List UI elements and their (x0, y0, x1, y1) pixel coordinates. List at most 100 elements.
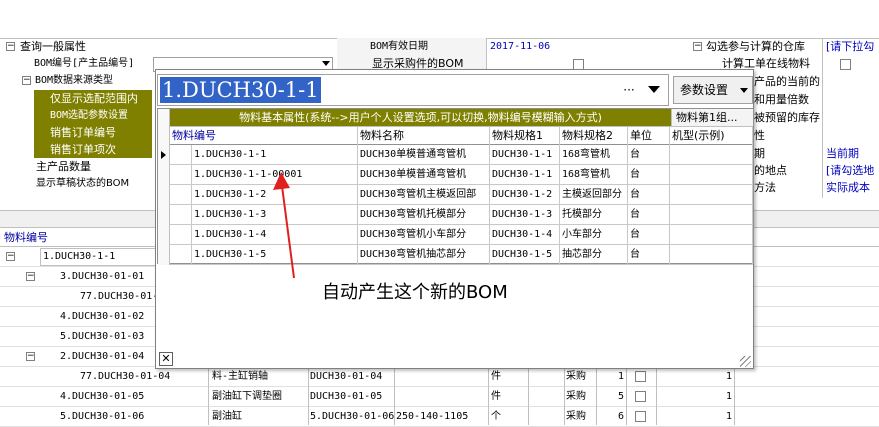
tree-header[interactable]: 物料编号 (4, 229, 104, 247)
grid-cell-name: DUCH30弯管机抽芯部分 (358, 245, 490, 265)
grid-row[interactable]: 1.DUCH30-1-3 DUCH30弯管机托模部分 DUCH30-1-3 托模部分台 (170, 205, 753, 225)
bom-code-dropdown-arrow[interactable] (322, 61, 330, 66)
grid-col-header[interactable]: 物料编号 (170, 127, 358, 145)
grid-row[interactable]: 1.DUCH30-1-1-00001 DUCH30单模普通弯管机 DUCH30-1-… (170, 165, 753, 185)
tree-row[interactable]: 77.DUCH30-01-04 料-主缸销轴 DUCH30-01-04 件 采购 1 1 (0, 367, 879, 387)
popup-close-icon[interactable]: ✕ (159, 352, 173, 366)
grid-cell-model (670, 165, 753, 185)
olive-item-range[interactable]: 仅显示选配范围内 (50, 90, 152, 108)
tree-row-unit: 件 (491, 391, 501, 402)
tree-row-n2: 1 (725, 371, 732, 382)
tree-col-line (656, 369, 657, 425)
ellipsis-button[interactable]: ··· (618, 80, 640, 100)
grid-cell-unit: 台 (628, 185, 670, 205)
right-row-3: 产品的当前的 (754, 75, 820, 88)
tree-col-line (488, 369, 489, 425)
collapse-toggle-warehouse[interactable]: − (693, 42, 702, 51)
tree-toggle[interactable]: − (26, 352, 35, 361)
grid-cell-unit: 台 (628, 145, 670, 165)
grid-col-header[interactable]: 机型(示例) (670, 127, 753, 145)
grid-cell-spec1: DUCH30-1-5 (490, 245, 560, 265)
right-row-7-value[interactable]: 当前期 (826, 145, 879, 163)
olive-item-params[interactable]: BOM选配参数设置 (50, 107, 152, 125)
tree-row-spec2: 250-140-1105 (396, 411, 469, 422)
grid-cell-spec1: DUCH30-1-1 (490, 145, 560, 165)
olive-item-order-line[interactable]: 销售订单项次 (50, 141, 152, 159)
grid-cell-unit: 台 (628, 205, 670, 225)
collapse-toggle[interactable]: − (6, 42, 15, 51)
tree-row-n1: 1 (617, 371, 624, 382)
right-row-8-label: 的地点 (754, 164, 787, 177)
main-qty-label: 主产品数量 (36, 160, 91, 173)
grid-cell-unit: 台 (628, 165, 670, 185)
grid-rows: 1.DUCH30-1-1 DUCH30单模普通弯管机 DUCH30-1-1 168弯管… (170, 145, 753, 265)
chevron-down-icon[interactable] (648, 86, 660, 93)
right-divider (822, 38, 823, 198)
grid-cell-model (670, 145, 753, 165)
collapse-toggle-source[interactable]: − (22, 76, 31, 85)
grid-cell-unit: 台 (628, 225, 670, 245)
tree-row-checkbox[interactable] (635, 371, 646, 382)
settings-label: 参数设置 (680, 83, 729, 97)
tree-col-line (394, 369, 395, 425)
tree-row-spec2 (396, 368, 488, 386)
grid-cell-spec2: 主模返回部分 (560, 185, 628, 205)
tree-toggle[interactable]: − (26, 272, 35, 281)
right-row-9-value[interactable]: 实际成本 (826, 179, 879, 197)
grid-cell-spec1: DUCH30-1-3 (490, 205, 560, 225)
tree-row-spec: 5.DUCH30-01-06 (310, 411, 394, 422)
grid-row[interactable]: 1.DUCH30-1-2 DUCH30弯管机主模返回部 DUCH30-1-2 主模返回… (170, 185, 753, 205)
tree-toggle[interactable]: − (6, 252, 15, 261)
tree-row[interactable]: 5.DUCH30-01-06 副油缸 5.DUCH30-01-06 250-140-1… (0, 407, 879, 427)
tree-col-line (528, 369, 529, 425)
right-row-4: 和用量倍数 (754, 93, 809, 106)
right-row-7-label: 期 (754, 147, 765, 160)
warehouse-value[interactable]: [请下拉勾 (826, 38, 879, 56)
olive-item-order-no[interactable]: 销售订单编号 (50, 124, 152, 142)
right-row-8-value[interactable]: [请勾选地 (826, 162, 879, 180)
tree-row-spec: DUCH30-01-04 (310, 371, 383, 382)
tree-col-line (734, 369, 735, 425)
tree-row-n1: 5 (617, 391, 624, 402)
bom-date-value[interactable]: 2017-11-06 (490, 38, 600, 56)
grid-cell-model (670, 245, 753, 265)
tree-row-unit: 件 (491, 371, 501, 382)
tree-row-src: 采购 (566, 391, 586, 402)
grid-cell-unit: 台 (628, 245, 670, 265)
right-row-6: 性 (754, 129, 765, 142)
tree-col-line (564, 369, 565, 425)
tree-row-name: 料-主缸销轴 (212, 371, 269, 382)
grid-cell-spec2: 168弯管机 (560, 145, 628, 165)
section-title-general: 查询一般属性 (20, 40, 86, 53)
tree-row-code: 5.DUCH30-01-06 (60, 411, 145, 422)
grid-col-header[interactable]: 物料名称 (358, 127, 490, 145)
tree-row-checkbox[interactable] (635, 391, 646, 402)
grid-col-header[interactable]: 物料规格1 (490, 127, 560, 145)
settings-button[interactable]: 参数设置 (673, 76, 753, 104)
draft-label: 显示草稿状态的BOM (36, 178, 130, 189)
tree-row-unit: 个 (491, 411, 501, 422)
grid-col-header[interactable]: 物料规格2 (560, 127, 628, 145)
tree-row-src: 采购 (566, 371, 586, 382)
tree-col-line (308, 369, 309, 425)
settings-chevron-icon (740, 88, 748, 93)
grid-cell-spec1: DUCH30-1-2 (490, 185, 560, 205)
grid-row[interactable]: 1.DUCH30-1-5 DUCH30弯管机抽芯部分 DUCH30-1-5 抽芯部分台 (170, 245, 753, 265)
tree-row-checkbox[interactable] (635, 411, 646, 422)
grid-row[interactable]: 1.DUCH30-1-4 DUCH30弯管机小车部分 DUCH30-1-4 小车部分台 (170, 225, 753, 245)
grid-cell-name: DUCH30弯管机主模返回部 (358, 185, 490, 205)
resize-grip-icon[interactable] (740, 356, 751, 367)
right-row-2-checkbox[interactable] (840, 59, 851, 70)
tree-row-code: 4.DUCH30-01-05 (60, 391, 145, 402)
tree-row-name: 副油缸下调垫圈 (212, 391, 282, 402)
grid-group-header: 物料基本属性(系统-->用户个人设置选项,可以切换,物料编号模糊输入方式) (170, 109, 671, 126)
grid-col-header[interactable]: 单位 (628, 127, 670, 145)
grid-col-headers: 物料编号 物料名称 物料规格1 物料规格2 单位 机型(示例) (170, 126, 753, 145)
grid-row[interactable]: 1.DUCH30-1-1 DUCH30单模普通弯管机 DUCH30-1-1 168弯管… (170, 145, 753, 165)
grid-cell-name: DUCH30单模普通弯管机 (358, 145, 490, 165)
lookup-input[interactable]: 1.DUCH30-1-1 (157, 74, 669, 106)
tree-row[interactable]: 4.DUCH30-01-05 副油缸下调垫圈 DUCH30-01-05 件 采购 5 1 (0, 387, 879, 407)
right-row-9-label: 方法 (754, 181, 776, 194)
lookup-popup: 1.DUCH30-1-1 ··· 参数设置 物料基本属性(系统-->用户个人设置… (155, 69, 754, 369)
tree-row-n2: 1 (725, 411, 732, 422)
